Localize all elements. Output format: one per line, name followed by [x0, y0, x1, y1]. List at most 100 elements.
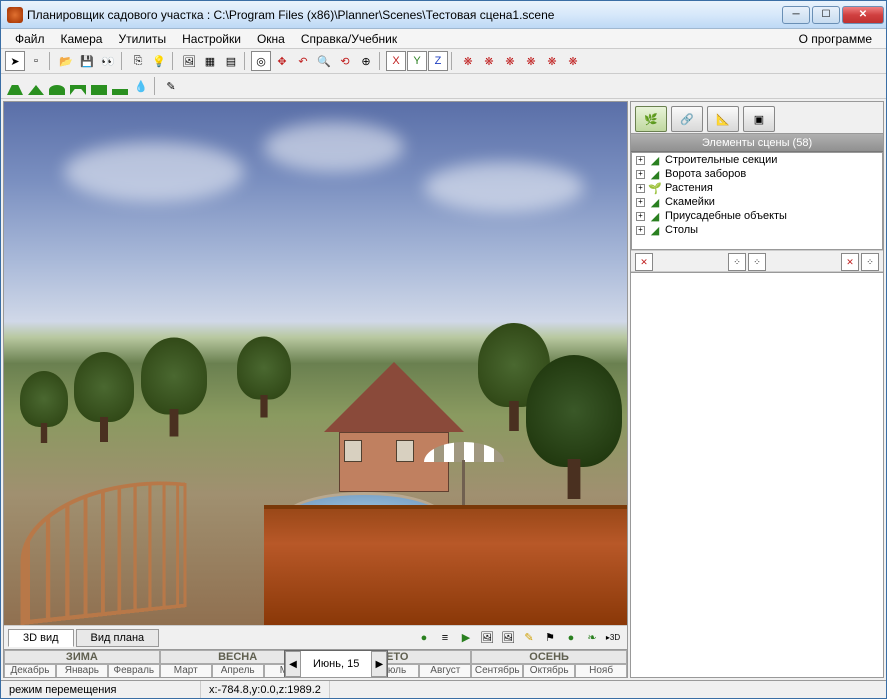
open-file-icon[interactable]: 📂: [56, 51, 76, 71]
tab-link-icon[interactable]: 🔗: [671, 106, 703, 132]
save-file-icon[interactable]: 💾: [77, 51, 97, 71]
tree-label: Строительные секции: [665, 154, 777, 166]
eyedropper-icon[interactable]: ✎: [161, 76, 181, 96]
tree-label: Приусадебные объекты: [665, 210, 787, 222]
titlebar[interactable]: Планировщик садового участка : C:\Progra…: [1, 1, 886, 29]
vtool-edit-icon[interactable]: ✎: [519, 628, 539, 648]
water-drop-icon[interactable]: 💧: [131, 76, 151, 96]
tab-cube-icon[interactable]: ▣: [743, 106, 775, 132]
scene-fence: [264, 505, 627, 625]
tab-plan-view[interactable]: Вид плана: [76, 629, 160, 647]
vtool-3d-icon[interactable]: ▸3D: [603, 628, 623, 648]
terrain-level-icon[interactable]: [110, 77, 130, 95]
tree-item-tables[interactable]: +◢Столы: [632, 223, 882, 237]
viewport-3d[interactable]: [4, 102, 627, 625]
rp-tool-c-icon[interactable]: ⁘: [861, 253, 879, 271]
minimize-button[interactable]: ─: [782, 6, 810, 24]
pan-icon[interactable]: ⊕: [356, 51, 376, 71]
binoculars-icon[interactable]: 👀: [98, 51, 118, 71]
tab-3d-view[interactable]: 3D вид: [8, 629, 74, 647]
rp-tool-b-icon[interactable]: ⁘: [748, 253, 766, 271]
rp-delete-right-icon[interactable]: ✕: [841, 253, 859, 271]
move-icon[interactable]: ✥: [272, 51, 292, 71]
status-mode: режим перемещения: [1, 681, 201, 698]
rp-tool-a-icon[interactable]: ⁘: [728, 253, 746, 271]
menu-camera[interactable]: Камера: [53, 30, 111, 48]
tree-item-benches[interactable]: +◢Скамейки: [632, 195, 882, 209]
grid-icon[interactable]: ▦: [200, 51, 220, 71]
terrain-smooth-icon[interactable]: [89, 77, 109, 95]
rotate-icon[interactable]: ⟲: [335, 51, 355, 71]
light-icon[interactable]: 💡: [149, 51, 169, 71]
scene-tree[interactable]: +◢Строительные секции +◢Ворота заборов +…: [631, 152, 883, 250]
timeline[interactable]: ЗИМА ВЕСНА ЛЕТО ОСЕНЬ Декабрь Январь Фев…: [4, 649, 627, 677]
month-mar[interactable]: Март: [160, 664, 212, 677]
month-oct[interactable]: Октябрь: [523, 664, 575, 677]
date-current: Июнь, 15: [301, 658, 371, 670]
main-area: 3D вид Вид плана ● ≡ ▶ 🖼 🖼 ✎ ⚑ ● ❧ ▸3D: [1, 99, 886, 680]
close-button[interactable]: ✕: [842, 6, 884, 24]
terrain-flat-icon[interactable]: [5, 77, 25, 95]
axis-z-button[interactable]: Z: [428, 51, 448, 71]
axis-x-button[interactable]: X: [386, 51, 406, 71]
right-panel-toolbar: ✕ ⁘ ⁘ ✕ ⁘: [631, 250, 883, 272]
vtool-leaf-icon[interactable]: ❧: [582, 628, 602, 648]
date-next-button[interactable]: ▶: [371, 651, 387, 677]
vtool-img2-icon[interactable]: 🖼: [498, 628, 518, 648]
tree-item-gates[interactable]: +◢Ворота заборов: [632, 167, 882, 181]
undo-icon[interactable]: ↶: [293, 51, 313, 71]
rp-delete-left-icon[interactable]: ✕: [635, 253, 653, 271]
month-feb[interactable]: Февраль: [108, 664, 160, 677]
vtool-img1-icon[interactable]: 🖼: [477, 628, 497, 648]
terrain-lower-icon[interactable]: [68, 77, 88, 95]
vtool-bars-icon[interactable]: ≡: [435, 628, 455, 648]
menu-about[interactable]: О программе: [791, 30, 880, 48]
month-sep[interactable]: Сентябрь: [471, 664, 523, 677]
month-aug[interactable]: Август: [419, 664, 471, 677]
window-controls: ─ ☐ ✕: [782, 6, 884, 24]
tree-label: Столы: [665, 224, 698, 236]
layers-icon[interactable]: ▤: [221, 51, 241, 71]
axis-y-button[interactable]: Y: [407, 51, 427, 71]
month-apr[interactable]: Апрель: [212, 664, 264, 677]
image-icon[interactable]: 🖼: [179, 51, 199, 71]
app-window: Планировщик садового участка : C:\Progra…: [0, 0, 887, 699]
tree-item-garden-objects[interactable]: +◢Приусадебные объекты: [632, 209, 882, 223]
terrain-hill-icon[interactable]: [26, 77, 46, 95]
menu-help[interactable]: Справка/Учебник: [293, 30, 405, 48]
new-file-icon[interactable]: ▫: [26, 51, 46, 71]
tool-f-icon[interactable]: ❋: [563, 51, 583, 71]
target-icon[interactable]: ◎: [251, 51, 271, 71]
terrain-raise-icon[interactable]: [47, 77, 67, 95]
month-jan[interactable]: Январь: [56, 664, 108, 677]
toolbar-terrain: 💧 ✎: [1, 74, 886, 99]
vtool-flag-icon[interactable]: ⚑: [540, 628, 560, 648]
vtool-dot2-icon[interactable]: ●: [561, 628, 581, 648]
tree-item-sections[interactable]: +◢Строительные секции: [632, 153, 882, 167]
tool-d-icon[interactable]: ❋: [521, 51, 541, 71]
scene-gate: [21, 465, 187, 625]
menu-utilities[interactable]: Утилиты: [110, 30, 174, 48]
menu-settings[interactable]: Настройки: [174, 30, 249, 48]
tab-ruler-icon[interactable]: 📐: [707, 106, 739, 132]
menu-file[interactable]: Файл: [7, 30, 53, 48]
right-panel-content: [631, 272, 883, 677]
copy-icon[interactable]: ⎘: [128, 51, 148, 71]
date-indicator[interactable]: ◀ Июнь, 15 ▶: [284, 650, 388, 677]
tool-c-icon[interactable]: ❋: [500, 51, 520, 71]
date-prev-button[interactable]: ◀: [285, 651, 301, 677]
tree-item-plants[interactable]: +🌱Растения: [632, 181, 882, 195]
vtool-green-dot-icon[interactable]: ●: [414, 628, 434, 648]
tool-b-icon[interactable]: ❋: [479, 51, 499, 71]
tool-e-icon[interactable]: ❋: [542, 51, 562, 71]
menu-windows[interactable]: Окна: [249, 30, 293, 48]
tab-plants-icon[interactable]: 🌿: [635, 106, 667, 132]
zoom-icon[interactable]: 🔍: [314, 51, 334, 71]
tool-a-icon[interactable]: ❋: [458, 51, 478, 71]
month-dec[interactable]: Декабрь: [4, 664, 56, 677]
vtool-go-icon[interactable]: ▶: [456, 628, 476, 648]
pointer-tool-icon[interactable]: ➤: [5, 51, 25, 71]
tree-label: Скамейки: [665, 196, 715, 208]
maximize-button[interactable]: ☐: [812, 6, 840, 24]
month-nov[interactable]: Нояб: [575, 664, 627, 677]
